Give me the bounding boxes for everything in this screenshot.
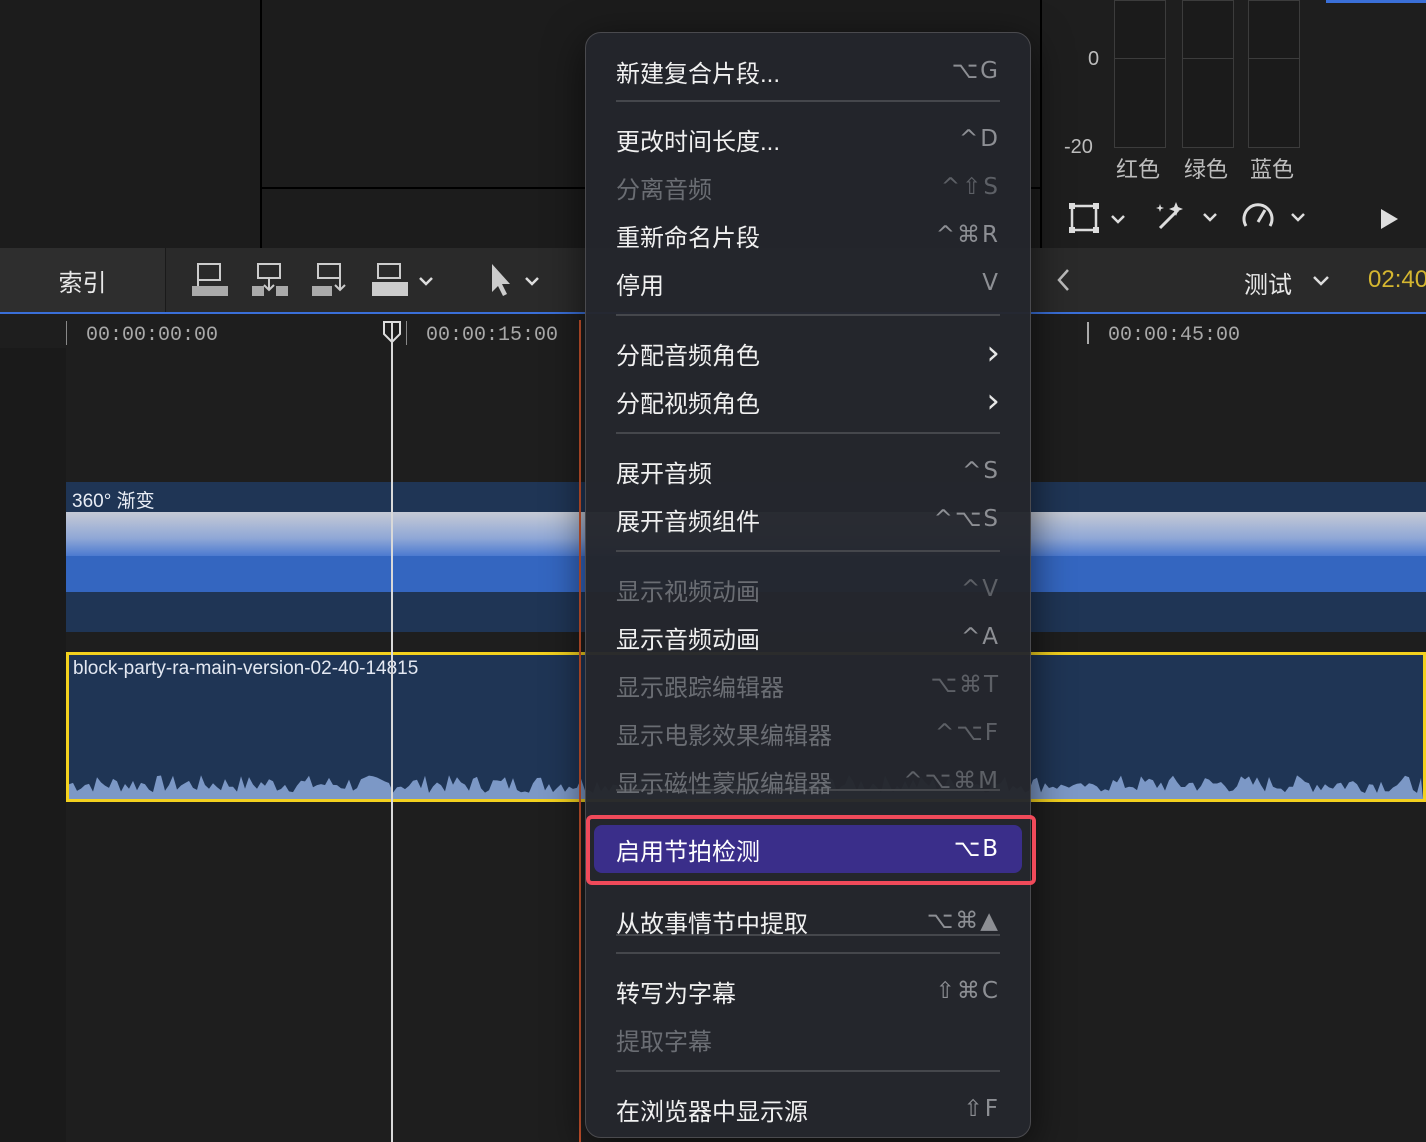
magic-wand-icon[interactable] [1152,198,1218,234]
menu-item-transcribe-to-captions[interactable]: 转写为字幕 ⇧⌘C [616,969,1000,1013]
speed-gauge-icon[interactable] [1240,198,1306,234]
scope-label-blue: 蓝色 [1250,157,1295,182]
context-menu: 新建复合片段... ⌥G 更改时间长度... ^D 分离音频 ^⇧S 重新命名片段 ^⌘R 停用… [585,32,1031,1138]
menu-item-extract-captions: 提取字幕 [616,1017,1000,1061]
menu-item-rename-clip[interactable]: 重新命名片段 ^⌘R [616,213,1000,257]
menu-item-label: 分配视频角色 [616,390,760,418]
menu-item-label: 分离音频 [616,176,712,204]
ruler-label-0: 00:00:00:00 [86,324,219,347]
menu-item-shortcut: ^⌥F [934,720,1000,746]
scope-red-channel [1114,0,1166,148]
select-tool-icon[interactable] [486,262,546,300]
menu-separator [616,952,1000,954]
menu-item-show-tracking-editor: 显示跟踪编辑器 ⌥⌘T [616,663,1000,707]
chevron-down-icon[interactable] [1310,270,1332,308]
ruler-tick [406,321,407,345]
menu-item-lift-from-storyline[interactable]: 从故事情节中提取 ⌥⌘▲ [616,899,1000,943]
ruler-label-15: 00:00:15:00 [426,324,559,347]
menu-item-detach-audio: 分离音频 ^⇧S [616,165,1000,209]
menu-item-disable[interactable]: 停用 V [616,261,1000,305]
ruler-tick [1087,322,1089,344]
menu-item-expand-audio-components[interactable]: 展开音频组件 ^⌥S [616,497,1000,541]
timecode-display: 02:40 [1368,266,1426,293]
menu-item-shortcut: ^⇧S [940,174,1000,200]
menu-item-shortcut: ^⌥⌘M [903,768,1000,794]
menu-item-shortcut: ^S [962,458,1000,484]
ruler-label-45: 00:00:45:00 [1108,324,1241,347]
project-name[interactable]: 测试 [1244,265,1292,300]
chevron-left-icon[interactable] [1052,266,1076,304]
menu-item-label: 显示电影效果编辑器 [616,722,832,750]
menu-separator [616,432,1000,434]
menu-item-label: 新建复合片段... [616,60,781,88]
menu-item-shortcut: ^⌘R [935,222,1000,248]
menu-item-assign-video-roles[interactable]: 分配视频角色 › [616,379,1000,423]
menu-item-show-cinematic-editor: 显示电影效果编辑器 ^⌥F [616,711,1000,755]
menu-item-label: 分配音频角色 [616,342,760,370]
title-clip-label: 360° 渐变 [72,491,155,512]
menu-item-shortcut: ^⌥S [933,506,1000,532]
panel-divider [260,0,262,248]
overwrite-clip-icon[interactable] [370,262,436,300]
rgb-parade-scope: 0 -20 红色 绿色 蓝色 [1042,0,1426,188]
menu-item-label: 转写为字幕 [616,980,736,1008]
menu-item-label: 展开音频组件 [616,508,760,536]
insert-clip-icon[interactable] [250,262,290,300]
menu-item-label: 从故事情节中提取 [616,910,808,938]
menu-separator [616,550,1000,552]
menu-item-label: 更改时间长度... [616,128,781,156]
menu-item-shortcut: ⌥⌘▲ [926,908,1000,934]
menu-item-label: 显示音频动画 [616,626,760,654]
menu-item-label: 在浏览器中显示源 [616,1098,808,1126]
menu-item-shortcut: ⌥⌘T [930,672,1000,698]
connect-clip-icon[interactable] [190,262,230,300]
menu-item-shortcut: ⇧F [963,1096,1000,1122]
scope-scale-minus20: -20 [1064,136,1093,158]
menu-item-label: 显示磁性蒙版编辑器 [616,770,832,798]
scope-scale-0: 0 [1088,48,1100,70]
menu-item-show-video-animation: 显示视频动画 ^V [616,567,1000,611]
menu-item-label: 提取字幕 [616,1028,712,1056]
menu-item-expand-audio[interactable]: 展开音频 ^S [616,449,1000,493]
menu-item-shortcut: ^D [959,126,1000,152]
menu-item-label: 显示跟踪编辑器 [616,674,784,702]
menu-item-reveal-in-browser[interactable]: 在浏览器中显示源 ⇧F [616,1087,1000,1131]
audio-clip-label: block-party-ra-main-version-02-40-14815 [73,658,419,679]
menu-item-label: 展开音频 [616,460,712,488]
playhead[interactable] [391,322,393,1142]
append-clip-icon[interactable] [310,262,350,300]
menu-item-shortcut: ^V [960,576,1000,602]
menu-separator [616,100,1000,102]
play-icon[interactable] [1378,206,1402,232]
scope-green-channel [1182,0,1234,148]
highlight-annotation-box [586,815,1036,885]
scope-label-green: 绿色 [1184,157,1229,182]
menu-item-new-compound-clip[interactable]: 新建复合片段... ⌥G [616,49,1000,93]
menu-separator [616,1070,1000,1072]
index-button[interactable]: 索引 [0,248,166,312]
ruler-tick [66,321,67,345]
menu-item-shortcut: V [982,270,1000,296]
menu-item-shortcut: ^A [960,624,1000,650]
scope-blue-channel [1248,0,1300,148]
menu-item-show-magnetic-mask-editor: 显示磁性蒙版编辑器 ^⌥⌘M [616,759,1000,803]
menu-item-show-audio-animation[interactable]: 显示音频动画 ^A [616,615,1000,659]
scope-label-red: 红色 [1116,157,1161,182]
chevron-right-icon: › [986,381,1000,421]
viewer-tools [1042,188,1426,248]
skimmer-line [579,320,581,1142]
scope-accent-bar [1326,0,1426,3]
menu-item-shortcut: ⌥G [951,58,1000,84]
menu-item-label: 重新命名片段 [616,224,760,252]
chevron-right-icon: › [986,333,1000,373]
menu-item-label: 停用 [616,272,664,300]
transform-icon[interactable] [1068,202,1128,236]
menu-item-assign-audio-roles[interactable]: 分配音频角色 › [616,331,1000,375]
timeline-gutter [0,348,66,1142]
menu-item-shortcut: ⇧⌘C [935,978,1000,1004]
menu-separator [616,314,1000,316]
menu-item-change-duration[interactable]: 更改时间长度... ^D [616,117,1000,161]
menu-item-label: 显示视频动画 [616,578,760,606]
